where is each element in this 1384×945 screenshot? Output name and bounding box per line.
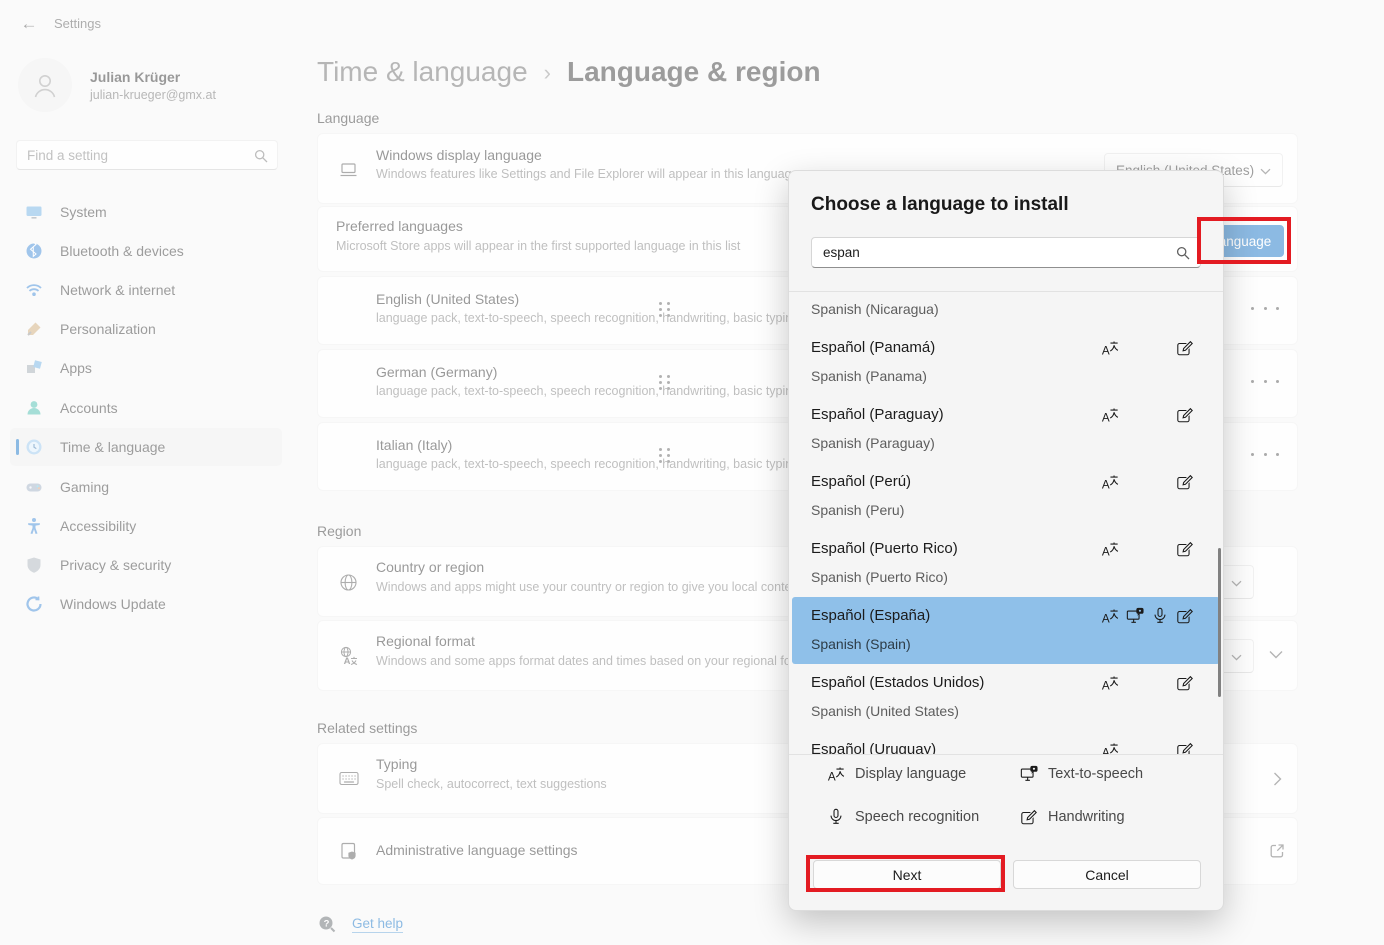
legend-handwriting: Handwriting [1020, 808, 1125, 826]
annotation-rect-next [806, 855, 1005, 892]
list-item-panama[interactable]: Español (Panamá) Spanish (Panama) A [792, 329, 1220, 396]
dialog-search-input[interactable] [823, 240, 1173, 265]
handwriting-icon [1176, 540, 1194, 558]
list-item-paraguay[interactable]: Español (Paraguay) Spanish (Paraguay) A [792, 396, 1220, 463]
svg-text:A: A [1101, 679, 1109, 692]
annotation-rect-add-language [1197, 217, 1291, 264]
dialog-scrollbar[interactable] [1218, 548, 1221, 697]
list-item-spain-selected[interactable]: Español (España) Spanish (Spain) A [792, 597, 1220, 664]
handwriting-icon [1176, 674, 1194, 692]
search-icon [1176, 246, 1190, 260]
choose-language-dialog: Choose a language to install Español (Ni… [788, 170, 1224, 911]
display-language-icon: A [1101, 607, 1119, 625]
svg-text:A: A [1101, 478, 1109, 491]
cancel-button[interactable]: Cancel [1013, 860, 1201, 889]
text-to-speech-icon [1020, 765, 1038, 783]
svg-text:A: A [828, 770, 836, 783]
handwriting-icon [1176, 339, 1194, 357]
list-item-peru[interactable]: Español (Perú) Spanish (Peru) A [792, 463, 1220, 530]
legend-speech-recognition: Speech recognition [827, 808, 979, 826]
divider [789, 754, 1223, 755]
svg-text:A: A [1101, 411, 1109, 424]
display-language-icon: A [1101, 674, 1119, 692]
display-language-icon: A [827, 765, 845, 783]
display-language-icon: A [1101, 473, 1119, 491]
handwriting-icon [1176, 473, 1194, 491]
dialog-search-box [811, 237, 1201, 268]
speech-recognition-icon [1151, 607, 1169, 625]
svg-text:A: A [1101, 612, 1109, 625]
handwriting-icon [1176, 607, 1194, 625]
display-language-icon: A [1101, 406, 1119, 424]
settings-window: ← Settings Julian Krüger julian-krueger@… [0, 0, 1384, 945]
legend-text-to-speech: Text-to-speech [1020, 765, 1143, 783]
svg-text:A: A [1101, 746, 1109, 754]
display-language-icon: A [1101, 339, 1119, 357]
text-to-speech-icon [1126, 607, 1144, 625]
list-item-uruguay[interactable]: Español (Uruguay) Spanish (Uruguay) A [792, 731, 1220, 754]
handwriting-icon [1020, 808, 1038, 826]
svg-text:A: A [1101, 344, 1109, 357]
language-results-list: Español (Nicaragua) Spanish (Nicaragua) … [789, 292, 1223, 754]
svg-text:A: A [1101, 545, 1109, 558]
display-language-icon: A [1101, 540, 1119, 558]
handwriting-icon [1176, 741, 1194, 754]
list-item-united-states[interactable]: Español (Estados Unidos) Spanish (United… [792, 664, 1220, 731]
list-item-nicaragua[interactable]: Español (Nicaragua) Spanish (Nicaragua) … [792, 292, 1220, 329]
speech-recognition-icon [827, 808, 845, 826]
legend-display-language: A Display language [827, 765, 966, 783]
handwriting-icon [1176, 406, 1194, 424]
list-item-puerto-rico[interactable]: Español (Puerto Rico) Spanish (Puerto Ri… [792, 530, 1220, 597]
display-language-icon: A [1101, 741, 1119, 754]
dialog-title: Choose a language to install [811, 194, 1069, 216]
